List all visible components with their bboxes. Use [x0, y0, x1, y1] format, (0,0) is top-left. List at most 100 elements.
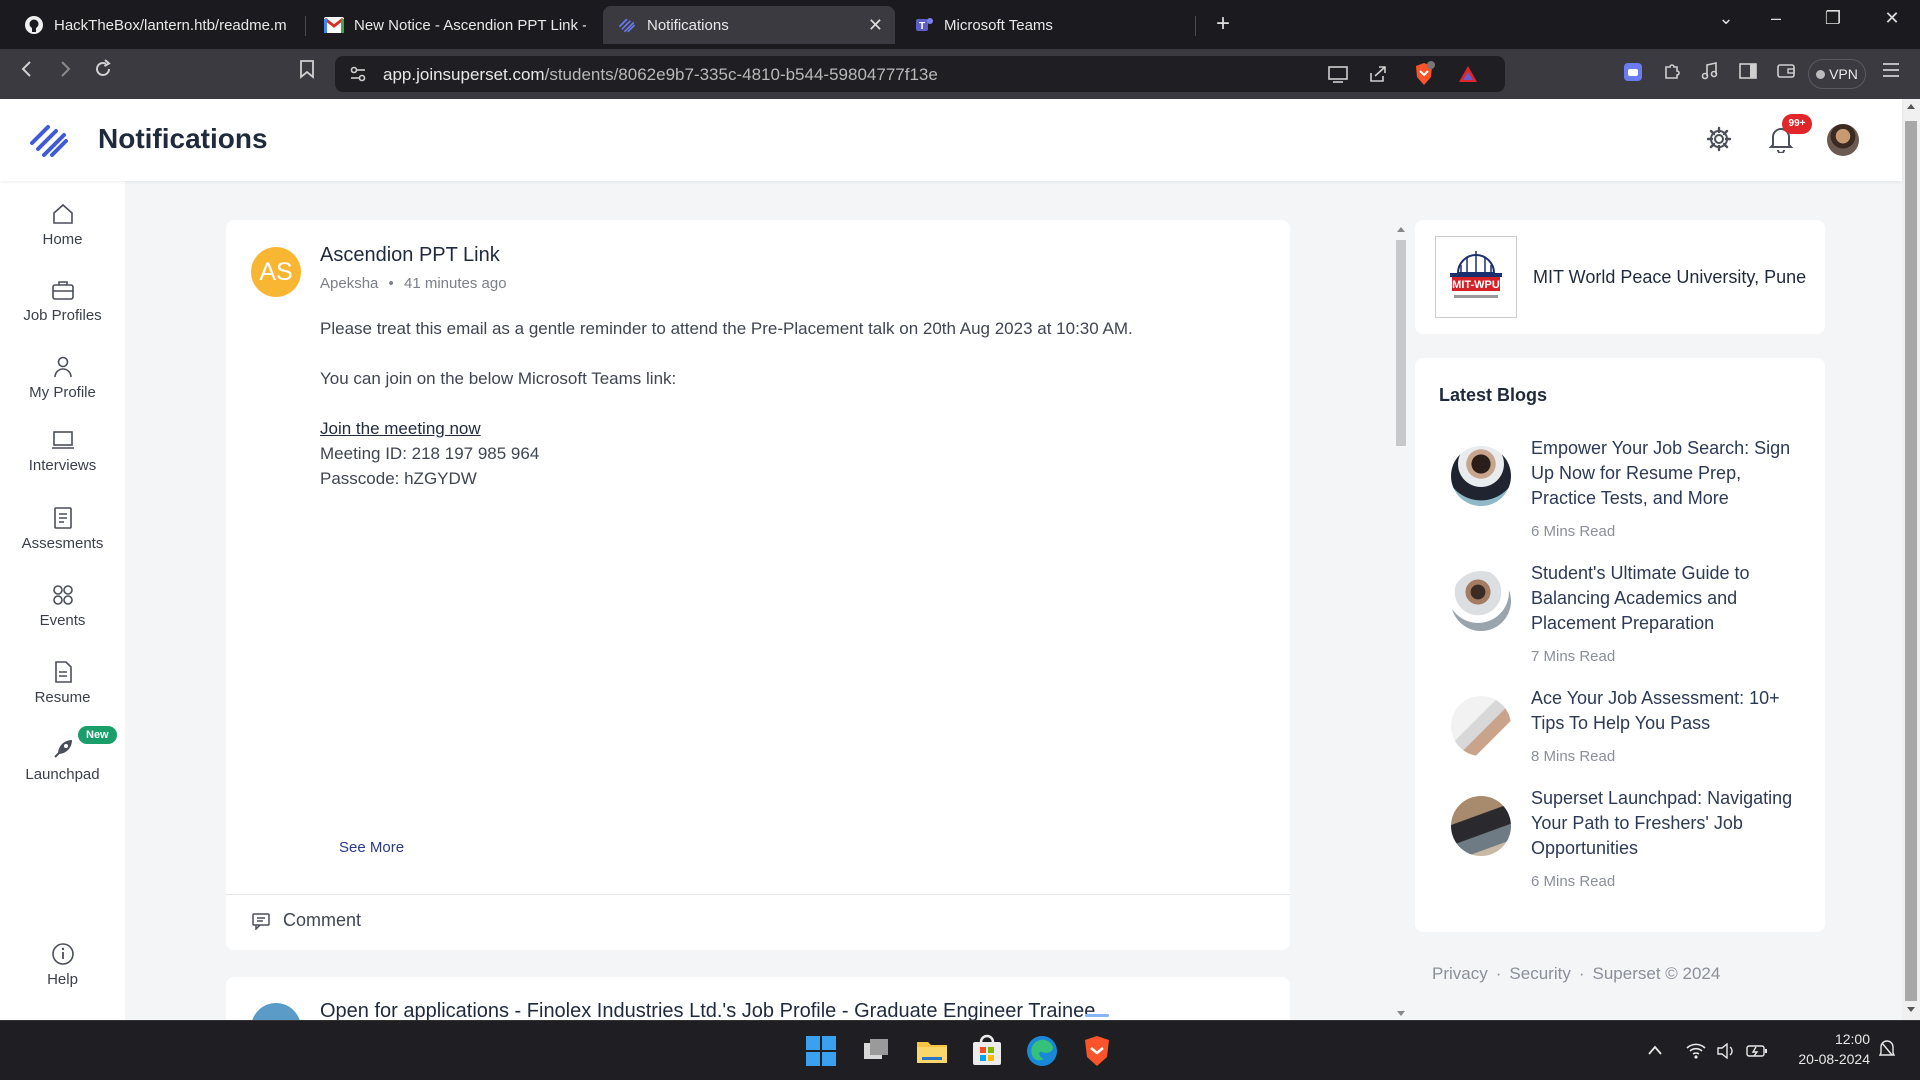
settings-gear-icon[interactable] — [1703, 125, 1735, 157]
wifi-icon[interactable] — [1686, 1043, 1706, 1064]
university-name: MIT World Peace University, Pune — [1533, 267, 1807, 287]
privacy-link[interactable]: Privacy — [1432, 964, 1488, 983]
battery-icon[interactable] — [1746, 1043, 1768, 1064]
microsoft-store-icon[interactable] — [969, 1033, 1005, 1069]
app-header: Notifications — [0, 99, 1902, 181]
tab-notifications[interactable]: Notifications ✕ — [603, 6, 895, 44]
blog-thumbnail — [1451, 446, 1511, 506]
blog-thumbnail — [1451, 571, 1511, 631]
restore-button[interactable]: ❐ — [1813, 8, 1853, 29]
home-icon — [52, 203, 73, 224]
minimize-button[interactable]: – — [1756, 8, 1796, 29]
puzzle-icon[interactable] — [1659, 61, 1685, 87]
user-avatar[interactable] — [1827, 124, 1859, 156]
vpn-status-dot — [1816, 70, 1826, 79]
close-window-button[interactable]: ✕ — [1872, 8, 1912, 29]
university-card: MIT-WPU MIT World Peace University, Pune — [1415, 220, 1825, 334]
address-bar[interactable]: app.joinsuperset.com/students/8062e9b7-3… — [335, 56, 1505, 92]
reload-button[interactable] — [88, 59, 118, 85]
sidebar-item-label: Assesments — [21, 535, 104, 552]
tab-separator — [1195, 16, 1196, 36]
blog-read-time: 7 Mins Read — [1531, 648, 1616, 665]
sidebar-item-job-profiles[interactable]: Job Profiles — [0, 277, 125, 324]
brave-browser-icon[interactable] — [1079, 1033, 1115, 1069]
clock-date: 20-08-2024 — [1798, 1051, 1870, 1067]
rocket-icon — [53, 740, 72, 758]
sidebar-item-events[interactable]: Events — [0, 582, 125, 629]
cast-icon[interactable] — [1327, 64, 1349, 89]
blog-title: Student's Ultimate Guide to Balancing Ac… — [1531, 563, 1750, 633]
file-explorer-icon[interactable] — [914, 1033, 950, 1069]
post-body: Please treat this email as a gentle remi… — [320, 316, 1133, 491]
divider — [226, 894, 1290, 895]
extension-icon[interactable] — [1620, 61, 1646, 87]
tab-list-chevron-icon[interactable]: ⌄ — [1706, 8, 1746, 29]
sidebar-item-label: Resume — [34, 689, 91, 706]
post-paragraph: You can join on the below Microsoft Team… — [320, 369, 677, 388]
close-tab-icon[interactable]: ✕ — [868, 15, 883, 36]
comment-label: Comment — [283, 910, 362, 930]
sidebar-item-label: Events — [39, 612, 86, 629]
post-title[interactable]: Ascendion PPT Link — [320, 244, 500, 267]
volume-icon[interactable] — [1716, 1042, 1736, 1064]
vpn-button[interactable]: VPN — [1808, 59, 1866, 89]
notification-center-icon[interactable] — [1878, 1039, 1896, 1064]
show-hidden-icons[interactable] — [1647, 1043, 1663, 1061]
bookmark-icon[interactable] — [292, 59, 322, 85]
tab-github[interactable]: HackTheBox/lantern.htb/readme.md — [10, 6, 300, 44]
sidebar-item-interviews[interactable]: Interviews — [0, 427, 125, 474]
url-path: /students/8062e9b7-335c-4810-b544-598047… — [544, 65, 938, 84]
help-icon — [51, 943, 74, 965]
sidebar-item-resume[interactable]: Resume — [0, 659, 125, 706]
join-meeting-link[interactable]: Join the meeting now — [320, 419, 481, 438]
forward-button[interactable] — [50, 59, 80, 85]
post-author: Apeksha — [320, 275, 379, 292]
brave-rewards-icon[interactable] — [1457, 64, 1479, 89]
github-icon — [24, 15, 44, 35]
brave-shields-icon[interactable] — [1413, 61, 1435, 92]
sidebar-item-label: Launchpad — [25, 766, 100, 783]
tab-gmail[interactable]: New Notice - Ascendion PPT Link - — [310, 6, 600, 44]
sidebar-item-help[interactable]: Help — [0, 941, 125, 988]
sidebar-item-assesments[interactable]: Assesments — [0, 505, 125, 552]
blog-thumbnail — [1451, 696, 1511, 756]
footer-links: Privacy · Security · Superset © 2024 — [1432, 964, 1720, 984]
comment-button[interactable]: Comment — [251, 910, 361, 931]
menu-icon[interactable] — [1878, 61, 1904, 87]
clock-time: 12:00 — [1834, 1031, 1870, 1047]
sidebar-item-launchpad[interactable]: New Launchpad — [0, 726, 125, 783]
sidebar-item-home[interactable]: Home — [0, 201, 125, 248]
feed-scrollbar-thumb[interactable] — [1396, 240, 1406, 446]
superset-icon — [617, 15, 637, 35]
media-icon[interactable] — [1697, 61, 1723, 87]
wallet-icon[interactable] — [1773, 61, 1799, 87]
grid-icon — [52, 585, 73, 605]
new-tab-button[interactable]: + — [1208, 10, 1238, 38]
share-icon[interactable] — [1368, 64, 1388, 89]
task-view-icon[interactable] — [858, 1033, 894, 1069]
edge-browser-icon[interactable] — [1024, 1033, 1060, 1069]
active-app-indicator — [1085, 1014, 1109, 1017]
sidebar-item-label: Help — [47, 971, 78, 988]
tab-teams[interactable]: T Microsoft Teams — [900, 6, 1190, 44]
page-scrollbar-thumb[interactable] — [1905, 121, 1917, 1001]
svg-text:MIT-WPU: MIT-WPU — [1452, 279, 1500, 291]
svg-text:T: T — [919, 21, 925, 32]
system-clock[interactable]: 12:00 20-08-2024 — [1780, 1029, 1870, 1069]
sidebar-item-my-profile[interactable]: My Profile — [0, 354, 125, 401]
tab-separator — [305, 16, 306, 36]
blog-thumbnail — [1451, 796, 1511, 856]
briefcase-icon — [51, 281, 74, 300]
sidebar-item-label: Job Profiles — [23, 307, 102, 324]
site-settings-icon[interactable] — [349, 65, 367, 88]
blog-read-time: 8 Mins Read — [1531, 748, 1616, 765]
superset-logo[interactable] — [28, 121, 70, 159]
back-button[interactable] — [12, 59, 42, 85]
sidebar-toggle-icon[interactable] — [1735, 61, 1761, 87]
taskbar: 12:00 20-08-2024 — [0, 1020, 1920, 1080]
browser-toolbar: app.joinsuperset.com/students/8062e9b7-3… — [0, 49, 1920, 99]
security-link[interactable]: Security — [1509, 964, 1570, 983]
blog-read-time: 6 Mins Read — [1531, 873, 1616, 890]
see-more-link[interactable]: See More — [339, 839, 404, 856]
windows-start-icon[interactable] — [803, 1033, 839, 1069]
